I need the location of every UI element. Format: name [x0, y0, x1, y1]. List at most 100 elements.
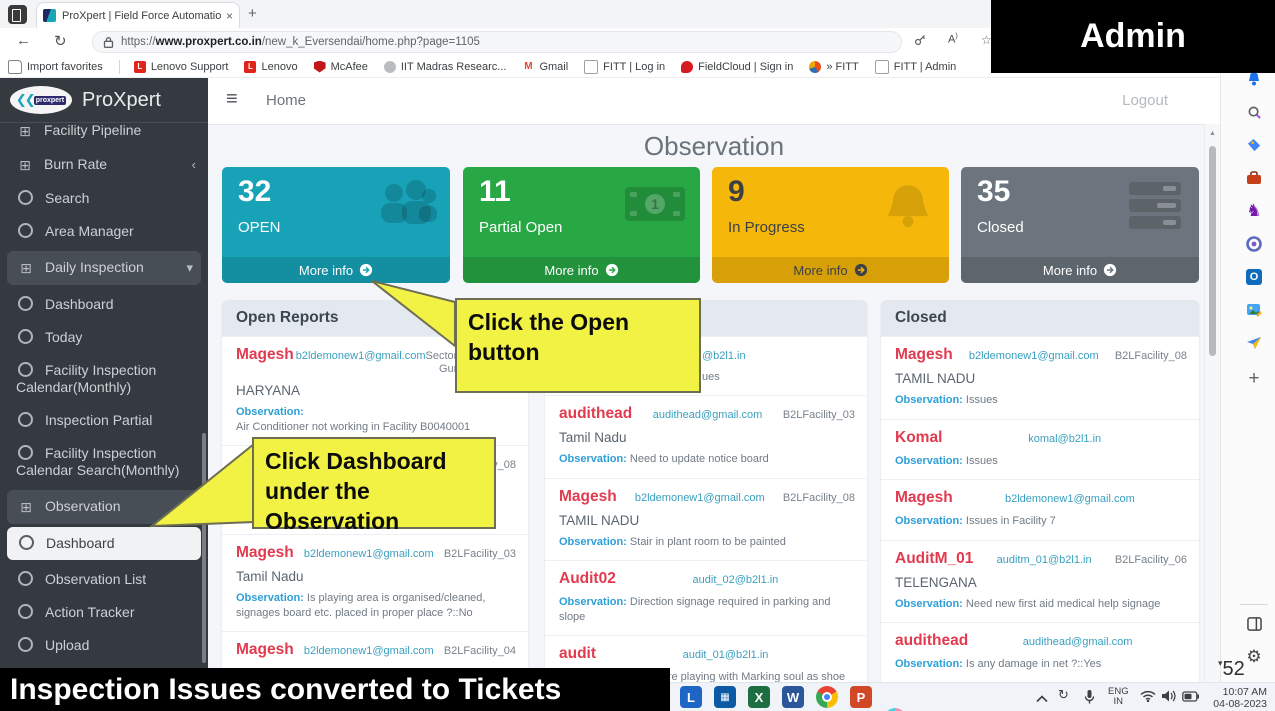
powerpoint-icon[interactable]: P — [850, 686, 872, 708]
sidebar-item-facility-inspection-calendar[interactable]: Facility Inspection Calendar(Monthly) — [0, 354, 208, 404]
speaker-icon[interactable] — [1161, 689, 1176, 706]
wifi-icon[interactable] — [1140, 690, 1156, 705]
microsoft-store-icon[interactable]: ▦ — [714, 686, 736, 708]
mcafee-shield-icon — [314, 61, 326, 73]
bookmark-lenovo[interactable]: LLenovo — [244, 61, 297, 73]
card-partial-value: 11 — [479, 175, 511, 209]
bookmark-fitt[interactable]: » FITT — [809, 61, 858, 73]
nav-home-link[interactable]: Home — [266, 92, 306, 109]
fieldcloud-icon — [681, 61, 693, 73]
drop-paper-plane-icon[interactable] — [1243, 332, 1265, 354]
card-open: 32 OPEN More info — [222, 167, 450, 283]
shopping-tag-icon[interactable] — [1243, 134, 1265, 156]
settings-gear-icon[interactable]: ⚙ — [1243, 646, 1265, 668]
sidebar-item-dashboard-daily[interactable]: Dashboard — [0, 288, 208, 321]
games-chess-icon[interactable]: ♞ — [1243, 200, 1265, 222]
page-icon — [875, 60, 889, 74]
lenovo-icon: L — [244, 61, 256, 73]
sync-icon[interactable]: ↻ — [1058, 687, 1069, 703]
language-indicator[interactable]: ENGIN — [1108, 687, 1129, 707]
admin-overlay: Admin — [991, 0, 1275, 73]
lenovo-icon: L — [134, 61, 146, 73]
sidebar-item-burn-rate[interactable]: ⊞Burn Rate‹ — [0, 148, 208, 182]
sidebar-item-today[interactable]: Today — [0, 321, 208, 354]
bookmark-gmail[interactable]: MGmail — [522, 61, 568, 73]
password-key-icon[interactable] — [914, 33, 927, 46]
sidebar-item-facility-inspection-calendar-search[interactable]: Facility Inspection Calendar Search(Mont… — [0, 437, 208, 487]
word-icon[interactable]: W — [782, 686, 804, 708]
bookmark-iit-madras[interactable]: IIT Madras Researc... — [384, 61, 507, 73]
scrollbar-thumb[interactable] — [1209, 146, 1216, 356]
bookmark-lenovo-support[interactable]: LLenovo Support — [134, 61, 229, 73]
callout-click-open-button: Click the Open button — [455, 298, 701, 393]
chrome-icon[interactable] — [816, 686, 838, 708]
microsoft365-icon[interactable] — [1243, 233, 1265, 255]
arrow-circle-icon — [854, 263, 868, 277]
users-icon — [372, 179, 438, 235]
sidebar-item-observation[interactable]: ⊞Observation▾ — [7, 490, 201, 524]
bookmark-import-favorites[interactable]: Import favorites — [8, 60, 103, 74]
bookmark-mcafee[interactable]: McAfee — [314, 61, 368, 73]
arrow-circle-icon — [1103, 263, 1117, 277]
tab-close-icon[interactable]: × — [226, 9, 233, 23]
tab-actions-icon[interactable] — [8, 5, 27, 24]
sidebar-item-facility-pipeline[interactable]: ⊞Facility Pipeline — [0, 114, 208, 148]
lock-icon — [103, 36, 114, 48]
tray-expand-chevron-icon[interactable] — [1036, 691, 1048, 706]
radio-circle-icon — [18, 637, 33, 652]
microphone-icon[interactable] — [1084, 689, 1095, 708]
card-open-label: OPEN — [238, 219, 281, 236]
card-progress-more-info[interactable]: More info — [712, 257, 949, 283]
screen: ProXpert | Field Force Automation × + ← … — [0, 0, 1275, 711]
browser-tab[interactable]: ProXpert | Field Force Automation × — [36, 2, 240, 28]
sidebar-item-observation-list[interactable]: Observation List — [0, 563, 208, 596]
excel-icon[interactable]: X — [748, 686, 770, 708]
add-sidebar-item-icon[interactable]: + — [1243, 368, 1265, 390]
page-scrollbar[interactable]: ▲ — [1204, 124, 1221, 682]
card-partial-more-info[interactable]: More info — [463, 257, 700, 283]
radio-circle-icon — [19, 535, 34, 550]
sidebar-item-search[interactable]: Search — [0, 182, 208, 215]
report-item: AuditM_01 auditm_01@b2l1.in B2LFacility_… — [881, 540, 1199, 623]
bookmark-fitt-admin[interactable]: FITT | Admin — [875, 60, 957, 74]
sidebar-scrollbar[interactable] — [202, 433, 206, 663]
radio-circle-icon — [18, 445, 33, 460]
refresh-icon[interactable]: ↻ — [54, 32, 67, 50]
proxpert-favicon — [43, 9, 56, 22]
radio-circle-icon — [18, 329, 33, 344]
card-closed-more-info[interactable]: More info — [961, 257, 1199, 283]
hamburger-menu-icon[interactable]: ≡ — [226, 88, 238, 111]
sidebar-panel-icon[interactable] — [1243, 613, 1265, 635]
radio-circle-icon — [18, 190, 33, 205]
battery-icon[interactable] — [1182, 690, 1199, 705]
search-icon[interactable] — [1243, 101, 1265, 123]
radio-circle-icon — [18, 223, 33, 238]
scroll-up-arrow-icon[interactable]: ▲ — [1209, 130, 1216, 137]
bookmark-fieldcloud[interactable]: FieldCloud | Sign in — [681, 61, 793, 73]
card-closed: 35 Closed More info — [961, 167, 1199, 283]
sidebar-item-action-tracker[interactable]: Action Tracker — [0, 596, 208, 629]
nav-logout-link[interactable]: Logout — [1122, 92, 1168, 109]
card-partial-label: Partial Open — [479, 219, 562, 236]
read-aloud-icon[interactable]: A) — [948, 33, 958, 46]
card-open-more-info[interactable]: More info — [222, 257, 450, 283]
sidebar-item-daily-inspection[interactable]: ⊞Daily Inspection▾ — [7, 251, 201, 285]
clock-date[interactable]: 10:07 AM04-08-2023 — [1203, 686, 1267, 710]
address-bar[interactable]: https://www.proxpert.co.in/new_k_Eversen… — [92, 31, 902, 53]
radio-circle-icon — [18, 604, 33, 619]
url-text: https://www.proxpert.co.in/new_k_Eversen… — [121, 36, 480, 48]
toolbox-icon[interactable] — [1243, 167, 1265, 189]
designer-image-icon[interactable] — [1243, 299, 1265, 321]
bookmark-fitt-login[interactable]: FITT | Log in — [584, 60, 665, 74]
new-tab-button[interactable]: + — [248, 5, 257, 22]
back-icon[interactable]: ← — [16, 32, 31, 49]
sidebar-item-upload[interactable]: Upload — [0, 629, 208, 662]
report-item: audithead audithead@gmail.com Observatio… — [881, 622, 1199, 683]
card-closed-value: 35 — [977, 175, 1010, 209]
outlook-icon[interactable]: O — [1243, 266, 1265, 288]
lenovo-vantage-icon[interactable]: L — [680, 686, 702, 708]
sidebar-item-inspection-partial[interactable]: Inspection Partial — [0, 404, 208, 437]
sidebar-item-area-manager[interactable]: Area Manager — [0, 215, 208, 248]
plus-square-icon: ⊞ — [17, 499, 35, 516]
sidebar-item-dashboard-observation[interactable]: Dashboard — [7, 527, 201, 560]
